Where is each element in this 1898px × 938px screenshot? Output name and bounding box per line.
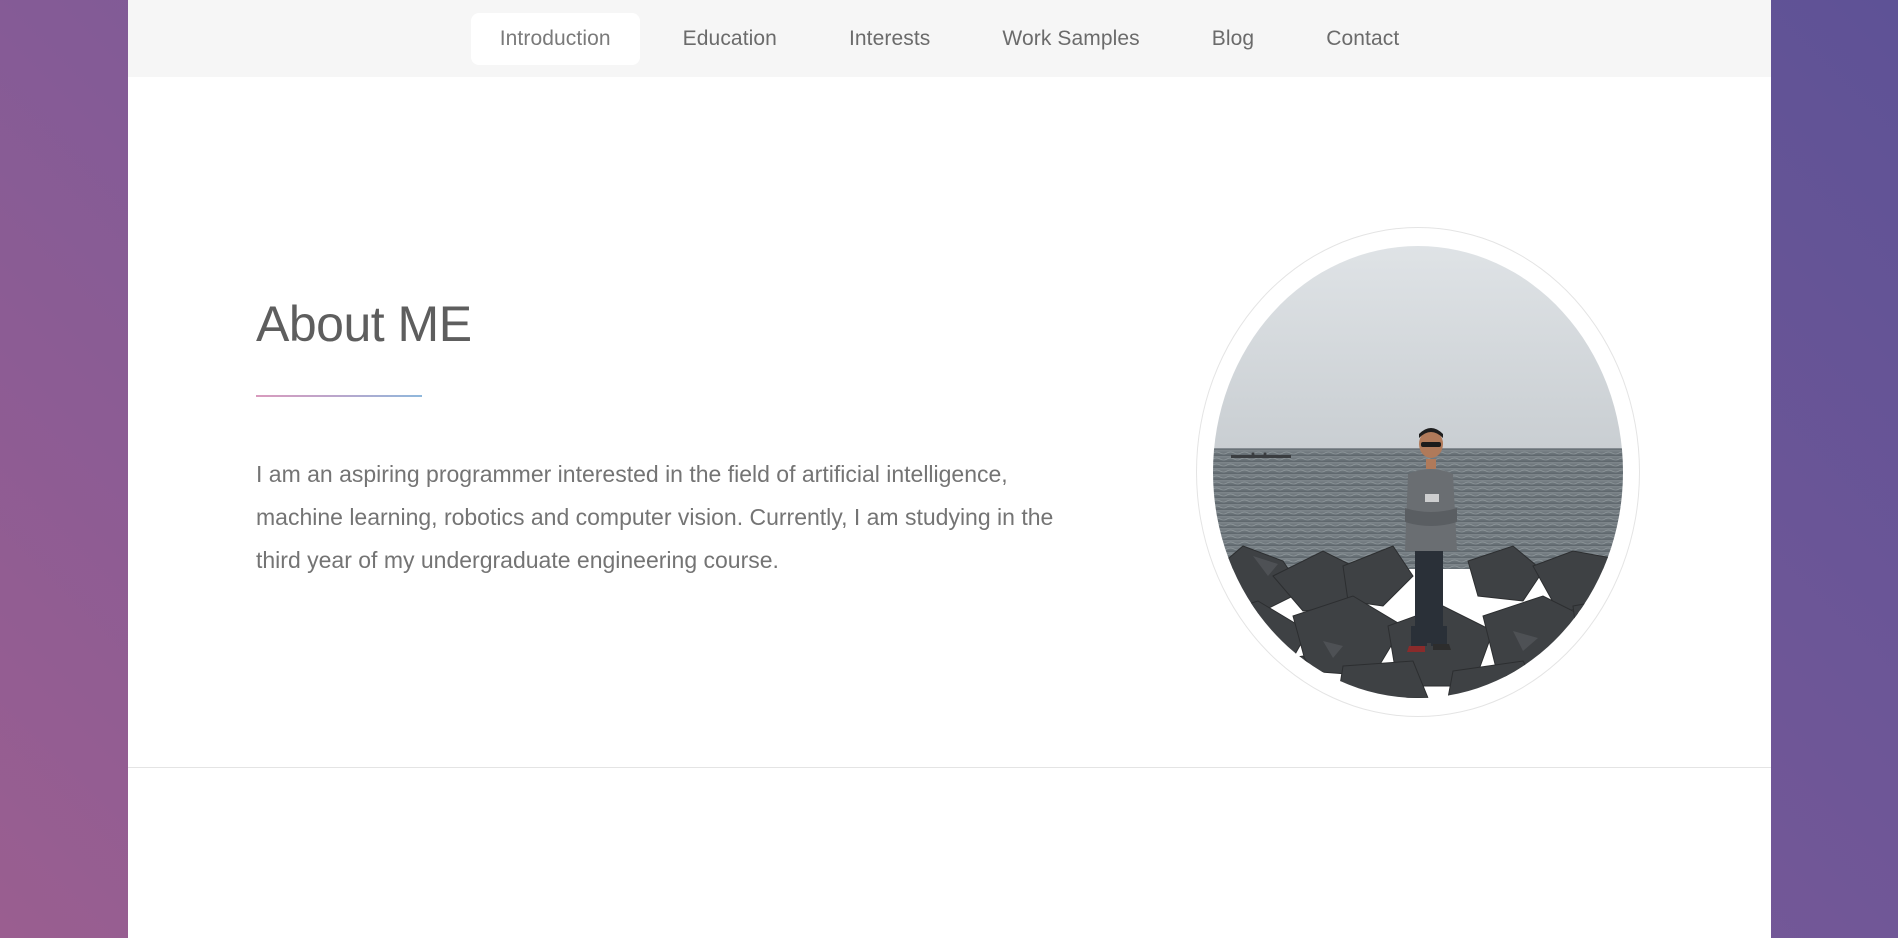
nav-item-blog[interactable]: Blog	[1183, 13, 1283, 65]
about-title: About ME	[256, 296, 472, 352]
nav-item-interests[interactable]: Interests	[820, 13, 959, 65]
about-description: I am an aspiring programmer interested i…	[256, 461, 1054, 573]
title-divider	[256, 395, 422, 397]
profile-photo-frame	[1196, 227, 1640, 717]
nav-item-introduction[interactable]: Introduction	[470, 12, 640, 65]
profile-photo	[1213, 246, 1623, 698]
section-divider	[128, 767, 1771, 768]
page-panel: Introduction Education Interests Work Sa…	[128, 0, 1771, 938]
nav-item-education[interactable]: Education	[654, 13, 806, 65]
top-nav: Introduction Education Interests Work Sa…	[128, 0, 1771, 77]
about-section: About ME I am an aspiring programmer int…	[128, 77, 1771, 844]
nav-item-contact[interactable]: Contact	[1297, 13, 1428, 65]
nav-item-work-samples[interactable]: Work Samples	[973, 13, 1168, 65]
